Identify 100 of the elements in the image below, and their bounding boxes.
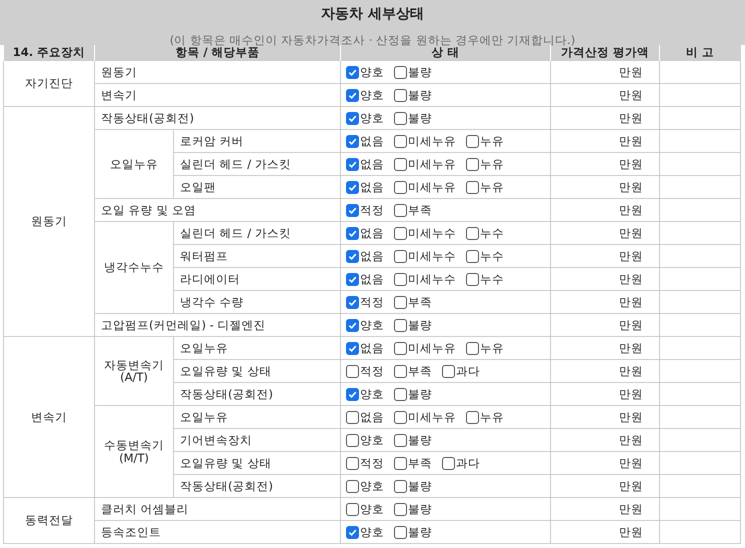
column-header: 비 고 [660,45,740,60]
price-cell: 만원 [550,498,660,520]
option-label: 미세누수 [408,272,456,286]
checkbox[interactable] [394,410,407,424]
option-label: 적정 [360,364,384,378]
checkbox[interactable] [346,364,359,378]
checkbox[interactable] [466,272,479,286]
checkbox[interactable] [346,88,359,102]
option-label: 과다 [456,456,480,470]
checkbox[interactable] [346,134,359,148]
checkbox[interactable] [394,364,407,378]
checkbox[interactable] [466,342,479,354]
checkbox[interactable] [346,180,359,194]
checkbox[interactable] [346,226,359,240]
checkbox[interactable] [394,250,407,262]
column-header: 항목 / 해당부품 [94,45,340,60]
checkbox[interactable] [442,364,455,378]
checkbox[interactable] [466,226,479,240]
price-cell: 만원 [550,452,660,474]
checkbox[interactable] [346,502,359,516]
checkbox[interactable] [394,112,407,124]
checkbox[interactable] [346,526,359,538]
checkbox[interactable] [346,318,359,332]
option-label: 없음 [360,180,384,194]
option-label: 미세누유 [408,134,456,148]
category-cell: 자기진단 [4,60,94,106]
option-label: 불량 [408,524,432,540]
item-cell: 기어변속장치 [174,428,340,452]
option-label: 누유 [480,156,504,172]
option-label: 없음 [360,272,384,286]
checkbox[interactable] [394,502,407,516]
price-cell: 만원 [550,474,660,498]
item-cell: 원동기 [94,60,340,84]
price-cell: 만원 [550,360,660,382]
option-label: 미세누유 [408,156,456,172]
item-cell: 클러치 어셈블리 [94,498,340,520]
checkbox[interactable] [394,456,407,470]
option-label: 부족 [408,294,432,310]
group-cell: 오일누유 [94,130,174,198]
price-cell: 만원 [550,222,660,244]
checkbox[interactable] [394,480,407,492]
option-label: 누수 [480,272,504,286]
checkbox[interactable] [394,204,407,216]
checkbox[interactable] [466,180,479,194]
checkbox[interactable] [346,480,359,492]
option-label: 누유 [480,340,504,356]
group-cell: 자동변속기 (A/T) [94,336,174,406]
checkbox[interactable] [394,272,407,286]
item-cell: 실린더 헤드 / 가스킷 [174,222,340,244]
checkbox[interactable] [394,526,407,538]
option-label: 불량 [408,110,432,126]
checkbox[interactable] [346,410,359,424]
option-label: 양호 [360,524,384,540]
checkbox[interactable] [346,250,359,262]
checkbox[interactable] [346,158,359,170]
option-label: 양호 [360,386,384,402]
price-cell: 만원 [550,290,660,314]
option-label: 양호 [360,88,384,102]
option-label: 불량 [408,386,432,402]
checkbox[interactable] [394,226,407,240]
checkbox[interactable] [394,134,407,148]
checkbox[interactable] [394,296,407,308]
checkbox[interactable] [346,112,359,124]
price-cell: 만원 [550,198,660,222]
option-label: 없음 [360,134,384,148]
checkbox[interactable] [442,456,455,470]
price-cell: 만원 [550,106,660,130]
option-label: 적정 [360,294,384,310]
checkbox[interactable] [346,272,359,286]
option-label: 없음 [360,248,384,264]
checkbox[interactable] [394,66,407,78]
option-label: 누유 [480,410,504,424]
item-cell: 작동상태(공회전) [174,474,340,498]
checkbox[interactable] [394,88,407,102]
option-label: 부족 [408,202,432,218]
checkbox[interactable] [394,434,407,446]
checkbox[interactable] [394,158,407,170]
checkbox[interactable] [346,388,359,400]
category-cell: 변속기 [4,336,94,498]
checkbox[interactable] [466,410,479,424]
item-cell: 실린더 헤드 / 가스킷 [174,152,340,176]
checkbox[interactable] [346,296,359,308]
checkbox[interactable] [466,158,479,170]
checkbox[interactable] [466,134,479,148]
checkbox[interactable] [394,180,407,194]
option-label: 불량 [408,478,432,494]
checkbox[interactable] [394,342,407,354]
checkbox[interactable] [346,456,359,470]
checkbox[interactable] [394,318,407,332]
column-header: 14. 주요장치 [4,45,94,60]
option-label: 누유 [480,180,504,194]
checkbox[interactable] [346,342,359,354]
checkbox[interactable] [346,66,359,78]
checkbox[interactable] [394,388,407,400]
option-label: 미세누유 [408,410,456,424]
checkbox[interactable] [346,434,359,446]
price-cell: 만원 [550,520,660,544]
checkbox[interactable] [466,250,479,262]
option-label: 적정 [360,202,384,218]
checkbox[interactable] [346,204,359,216]
